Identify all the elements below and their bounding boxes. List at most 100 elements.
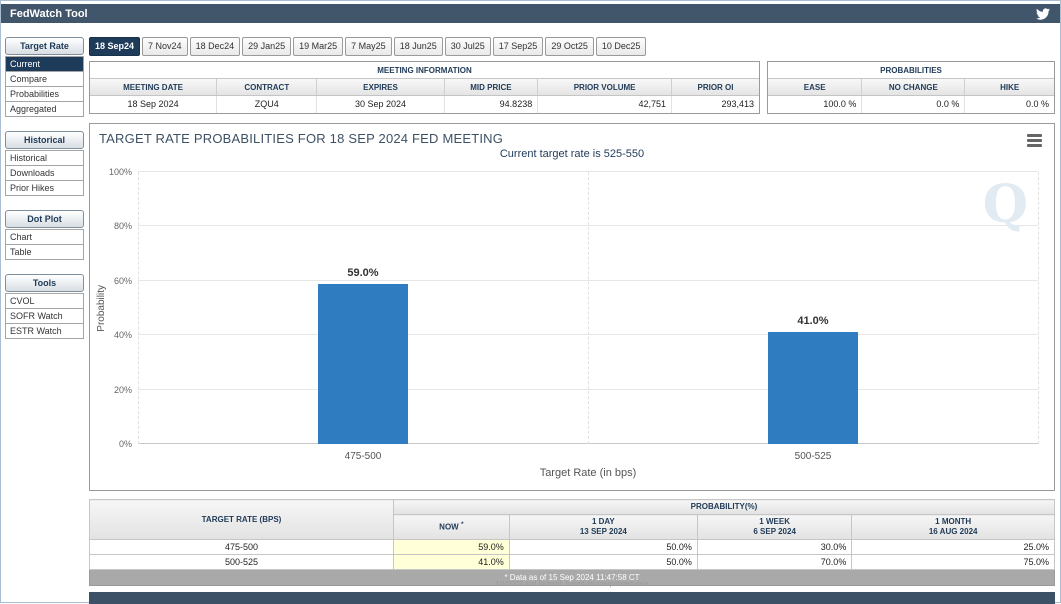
hike-value: 0.0 %	[965, 96, 1054, 113]
one-day-date: 13 SEP 2024	[513, 527, 694, 537]
bar-value-label: 41.0%	[753, 315, 873, 327]
x-axis-title: Target Rate (in bps)	[138, 467, 1038, 479]
sidebar: Target Rate Current Compare Probabilitie…	[5, 37, 84, 339]
y-tick-label: 40%	[98, 330, 132, 340]
tab-17-sep25[interactable]: 17 Sep25	[493, 37, 544, 56]
meeting-information-panel: MEETING INFORMATION MEETING DATE CONTRAC…	[89, 61, 760, 114]
tab-10-dec25[interactable]: 10 Dec25	[596, 37, 647, 56]
prior-volume-header: PRIOR VOLUME	[538, 79, 672, 95]
sidebar-item-downloads[interactable]: Downloads	[5, 165, 84, 181]
now-column-header: NOW *	[393, 515, 509, 540]
sidebar-item-aggregated[interactable]: Aggregated	[5, 101, 84, 117]
table-row: 475-500 59.0% 50.0% 30.0% 25.0%	[90, 540, 1055, 555]
sidebar-item-sofr-watch[interactable]: SOFR Watch	[5, 308, 84, 324]
app-title: FedWatch Tool	[10, 8, 88, 20]
ease-value: 100.0 %	[768, 96, 862, 113]
y-axis-title-text: Probability	[96, 285, 107, 332]
sidebar-item-compare[interactable]: Compare	[5, 71, 84, 87]
tab-18-sep24[interactable]: 18 Sep24	[89, 37, 140, 56]
bar-group-475-500: 59.0% 475-500	[318, 172, 408, 444]
bar-475-500[interactable]	[318, 284, 408, 444]
sidebar-section-historical: Historical	[5, 131, 84, 149]
one-month-cell: 25.0%	[852, 540, 1055, 555]
x-tick-label: 500-525	[743, 451, 883, 462]
one-month-date: 16 AUG 2024	[855, 527, 1051, 537]
sidebar-item-dotplot-table[interactable]: Table	[5, 244, 84, 260]
bar-group-500-525: 41.0% 500-525	[768, 172, 858, 444]
sidebar-item-estr-watch[interactable]: ESTR Watch	[5, 323, 84, 339]
twitter-icon[interactable]	[1036, 6, 1051, 21]
mid-price-value: 94.8238	[445, 96, 539, 113]
meeting-date-tabs: 18 Sep24 7 Nov24 18 Dec24 29 Jan25 19 Ma…	[89, 37, 646, 56]
one-month-label: 1 MONTH	[855, 517, 1051, 527]
app-header: FedWatch Tool	[1, 4, 1060, 23]
meeting-information-headers: MEETING DATE CONTRACT EXPIRES MID PRICE …	[90, 79, 759, 96]
one-day-cell: 50.0%	[509, 555, 697, 570]
prior-oi-header: PRIOR OI	[672, 79, 759, 95]
sidebar-section-tools: Tools	[5, 274, 84, 292]
one-week-cell: 30.0%	[697, 540, 851, 555]
x-tick-label: 475-500	[293, 451, 433, 462]
tab-7-nov24[interactable]: 7 Nov24	[142, 37, 188, 56]
contract-value: ZQU4	[217, 96, 317, 113]
y-tick-label: 20%	[98, 385, 132, 395]
one-day-label: 1 DAY	[513, 517, 694, 527]
sidebar-item-historical[interactable]: Historical	[5, 150, 84, 166]
prior-volume-value: 42,751	[538, 96, 672, 113]
probabilities-panel: PROBABILITIES EASE NO CHANGE HIKE 100.0 …	[767, 61, 1055, 114]
info-row: MEETING INFORMATION MEETING DATE CONTRAC…	[89, 61, 1055, 114]
tab-29-oct25[interactable]: 29 Oct25	[545, 37, 594, 56]
meeting-date-value: 18 Sep 2024	[90, 96, 217, 113]
sidebar-item-probabilities[interactable]: Probabilities	[5, 86, 84, 102]
gridline	[138, 172, 139, 444]
tab-19-mar25[interactable]: 19 Mar25	[293, 37, 343, 56]
tab-18-dec24[interactable]: 18 Dec24	[190, 37, 241, 56]
tab-30-jul25[interactable]: 30 Jul25	[445, 37, 491, 56]
next-section-header-bar	[89, 592, 1055, 604]
sidebar-item-cvol[interactable]: CVOL	[5, 293, 84, 309]
tab-7-may25[interactable]: 7 May25	[345, 37, 392, 56]
probabilities-title: PROBABILITIES	[768, 62, 1054, 79]
now-label: NOW	[439, 523, 459, 532]
now-asterisk: *	[461, 521, 464, 528]
sidebar-section-target-rate: Target Rate	[5, 37, 84, 55]
target-rate-bps-header: TARGET RATE (BPS)	[90, 500, 394, 540]
sidebar-item-prior-hikes[interactable]: Prior Hikes	[5, 180, 84, 196]
y-tick-label: 100%	[98, 167, 132, 177]
one-week-column-header: 1 WEEK6 SEP 2024	[697, 515, 851, 540]
bar-500-525[interactable]	[768, 332, 858, 444]
plot-area: 0% 20% 40% 60% 80% 100% 59.0% 475-500 41…	[138, 172, 1038, 444]
expires-header: EXPIRES	[317, 79, 444, 95]
one-day-column-header: 1 DAY13 SEP 2024	[509, 515, 697, 540]
probabilities-values: 100.0 % 0.0 % 0.0 %	[768, 96, 1054, 113]
fedwatch-app: FedWatch Tool Target Rate Current Compar…	[0, 0, 1061, 603]
table-row: 500-525 41.0% 50.0% 70.0% 75.0%	[90, 555, 1055, 570]
meeting-date-header: MEETING DATE	[90, 79, 217, 95]
quikstrike-watermark-icon: Q	[983, 174, 1028, 235]
gridline	[1038, 172, 1039, 444]
interpolation-footnote: 1/1/2007 and forward: based on interpola…	[89, 581, 1055, 588]
probability-pct-header: PROBABILITY(%)	[393, 500, 1054, 515]
ease-header: EASE	[768, 79, 862, 95]
no-change-header: NO CHANGE	[862, 79, 965, 95]
one-week-label: 1 WEEK	[701, 517, 848, 527]
prior-oi-value: 293,413	[672, 96, 759, 113]
contract-header: CONTRACT	[217, 79, 317, 95]
hike-header: HIKE	[965, 79, 1054, 95]
tab-29-jan25[interactable]: 29 Jan25	[242, 37, 291, 56]
sidebar-item-current[interactable]: Current	[5, 56, 84, 72]
sidebar-item-dotplot-chart[interactable]: Chart	[5, 229, 84, 245]
rate-cell: 500-525	[90, 555, 394, 570]
gridline	[588, 172, 589, 444]
chart-subtitle: Current target rate is 525-550	[90, 148, 1054, 160]
no-change-value: 0.0 %	[862, 96, 965, 113]
now-cell: 41.0%	[393, 555, 509, 570]
tab-18-jun25[interactable]: 18 Jun25	[394, 37, 443, 56]
probabilities-headers: EASE NO CHANGE HIKE	[768, 79, 1054, 96]
one-day-cell: 50.0%	[509, 540, 697, 555]
chart-context-menu-icon[interactable]	[1027, 134, 1042, 149]
one-month-cell: 75.0%	[852, 555, 1055, 570]
now-cell: 59.0%	[393, 540, 509, 555]
expires-value: 30 Sep 2024	[317, 96, 444, 113]
y-tick-label: 60%	[98, 276, 132, 286]
